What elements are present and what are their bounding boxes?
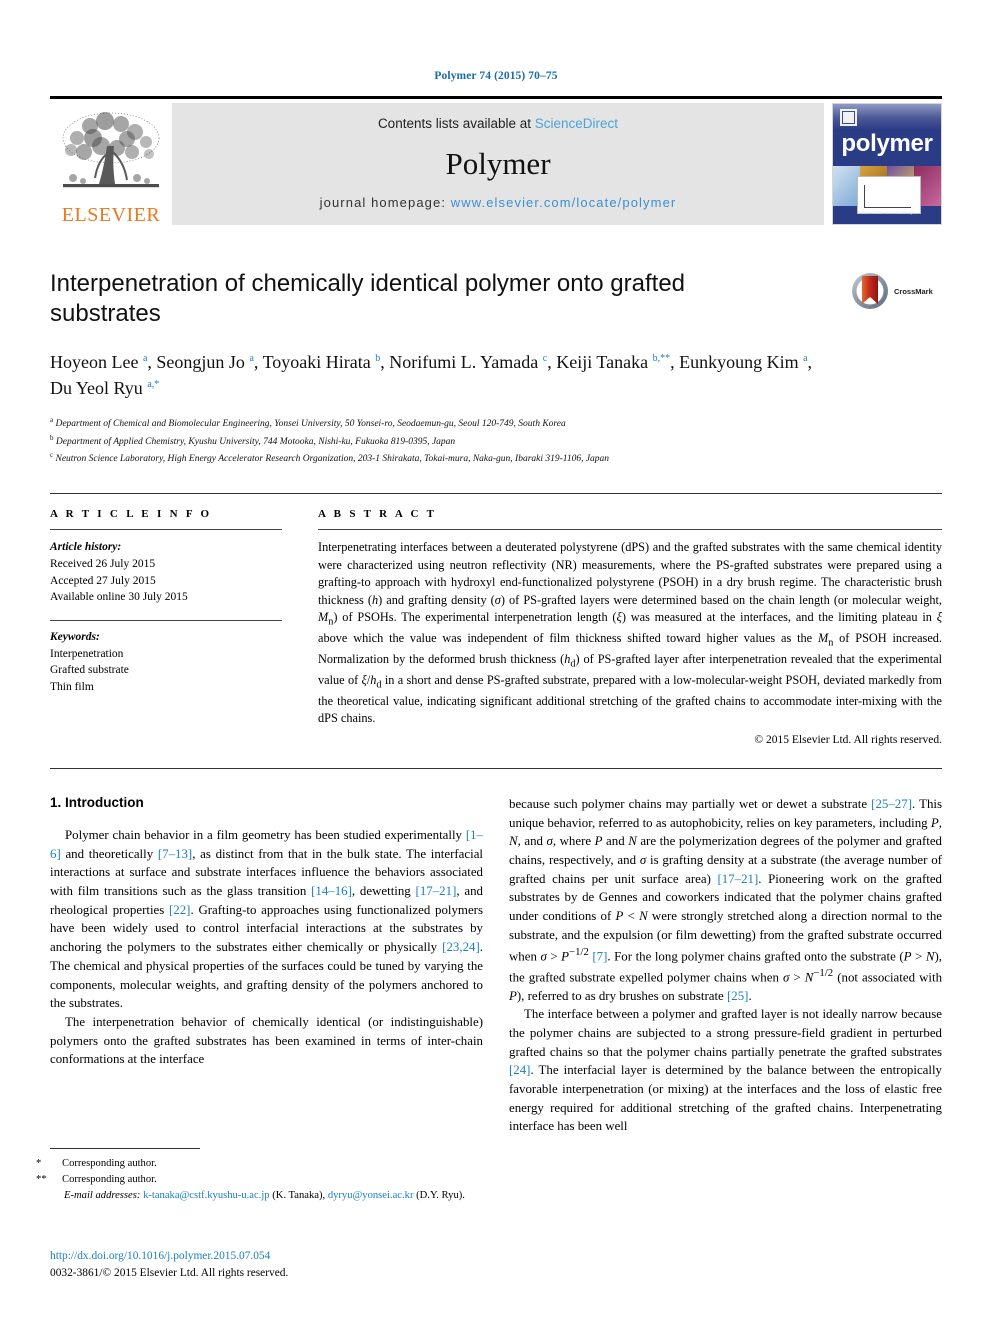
contents-line: Contents lists available at ScienceDirec… [378,116,618,131]
email-owner-tanaka: (K. Tanaka) [272,1189,323,1201]
paragraph: Polymer chain behavior in a film geometr… [50,827,484,1011]
body-columns: 1. Introduction Polymer chain behavior i… [50,795,942,1136]
affiliation-item: c Neutron Science Laboratory, High Energ… [50,450,610,465]
cover-footer-text: Editor in Chief: W.H. Stockmayer [857,210,917,215]
abstract-heading: A B S T R A C T [318,508,437,521]
cover-journal-title: polymer [841,130,933,157]
title-block: Interpenetration of chemically identical… [50,269,942,467]
keywords-label: Keywords: [50,630,100,643]
doi-block: http://dx.doi.org/10.1016/j.polymer.2015… [50,1248,490,1282]
crossmark-badge[interactable]: CrossMark [850,271,942,311]
email-label: E-mail addresses: [64,1189,141,1201]
body-column-right: because such polymer chains may partiall… [509,795,942,1136]
cover-elsevier-icon [840,109,857,126]
homepage-link[interactable]: www.elsevier.com/locate/polymer [451,195,677,210]
abstract-rule [318,529,942,531]
elsevier-logo: ELSEVIER [50,103,172,225]
doi-link[interactable]: http://dx.doi.org/10.1016/j.polymer.2015… [50,1248,490,1265]
paragraph: The interface between a polymer and graf… [509,1007,942,1134]
keywords-group: Keywords: Interpenetration Grafted subst… [50,629,282,696]
journal-masthead: ELSEVIER Contents lists available at Sci… [50,96,942,229]
paragraph: The interpenetration behavior of chemica… [50,1014,483,1067]
history-item: Received 26 July 2015 [50,557,156,570]
info-separator [50,619,282,621]
history-item: Available online 30 July 2015 [50,591,188,604]
article-info-heading: A R T I C L E I N F O [50,508,212,521]
journal-cover-thumbnail: polymer Editor in Chief: W.H. Stockmayer [832,103,942,225]
crossmark-icon [852,273,888,309]
section-heading-introduction: 1. Introduction [50,794,144,810]
info-abstract-section: A R T I C L E I N F O Article history: R… [50,493,942,746]
page-title: Interpenetration of chemically identical… [50,270,686,327]
article-info-rule [50,529,282,531]
author-list: Hoyeon Lee a, Seongjun Jo a, Toyoaki Hir… [50,352,813,399]
affiliation-mark: c [50,450,54,459]
article-info-column: A R T I C L E I N F O Article history: R… [50,508,282,746]
email-link-ryu[interactable]: dyryu@yonsei.ac.kr [328,1190,414,1201]
abstract-column: A B S T R A C T Interpenetrating interfa… [318,508,942,746]
footnote-block: * Corresponding author. ** Corresponding a… [36,1148,490,1204]
affiliation-item: a Department of Chemical and Biomolecula… [50,416,566,430]
affiliation-mark: a [50,416,54,425]
article-history-group: Article history: Received 26 July 2015 A… [50,539,282,606]
keyword-item: Interpenetration [50,647,124,660]
homepage-prefix: journal homepage: [319,195,451,210]
contents-prefix: Contents lists available at [377,116,535,131]
footnote-corresponding-2: ** Corresponding author. [36,1172,490,1188]
history-item: Accepted 27 July 2015 [50,574,156,587]
footnote-mark: ** [36,1173,47,1185]
paragraph: because such polymer chains may partiall… [509,796,943,1003]
keyword-item: Grafted substrate [50,664,129,677]
homepage-line: journal homepage: www.elsevier.com/locat… [320,195,677,210]
article-history-label: Article history: [50,541,122,554]
title-and-authors: Interpenetration of chemically identical… [50,269,850,467]
sciencedirect-link[interactable]: ScienceDirect [535,116,618,131]
footnote-mark: * [36,1158,42,1169]
cover-inset-figure [857,176,921,214]
affiliation-mark: b [50,433,54,442]
crossmark-label: CrossMark [894,286,933,296]
elsevier-tree-icon [62,112,160,188]
body-column-left: 1. Introduction Polymer chain behavior i… [50,795,483,1136]
email-link-tanaka[interactable]: k-tanaka@cstf.kyushu-u.ac.jp [143,1190,270,1201]
footnote-emails: E-mail addresses: k-tanaka@cstf.kyushu-u… [64,1189,465,1201]
article-page: Polymer 74 (2015) 70–75 ELSEVIER Content… [0,0,992,1323]
journal-title: Polymer [445,145,551,181]
elsevier-wordmark: ELSEVIER [61,204,161,226]
issn-copyright-line: 0032-3861/© 2015 Elsevier Ltd. All right… [50,1267,289,1280]
keyword-item: Thin film [50,680,94,693]
abstract-text: Interpenetrating interfaces between a de… [318,540,943,726]
sciencedirect-band: Contents lists available at ScienceDirec… [172,103,824,225]
affiliation-item: b Department of Applied Chemistry, Kyush… [50,433,456,447]
footnote-rule [50,1148,200,1149]
affiliation-list: a Department of Chemical and Biomolecula… [50,415,834,467]
section-divider [50,767,942,769]
email-owner-ryu: (D.Y. Ryu). [416,1189,465,1201]
copyright-line: © 2015 Elsevier Ltd. All rights reserved… [754,733,942,746]
running-head: Polymer 74 (2015) 70–75 [434,70,558,82]
footnote-corresponding-1: * Corresponding author. [36,1156,490,1172]
